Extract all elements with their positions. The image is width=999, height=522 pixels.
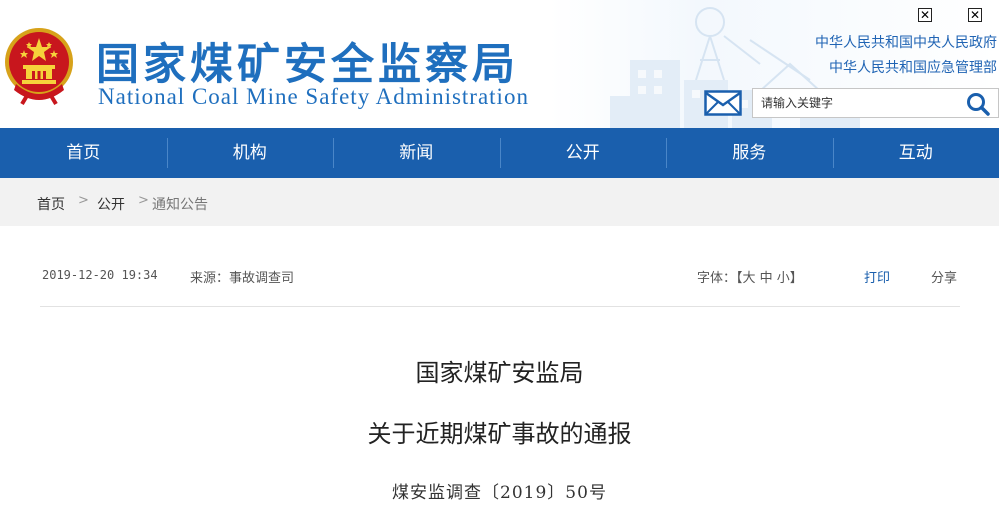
nav-item-news[interactable]: 新闻: [333, 128, 500, 178]
breadcrumb-separator: >: [78, 193, 89, 208]
breadcrumb-public[interactable]: 公开: [97, 194, 125, 214]
article-source: 来源：事故调查司: [190, 271, 295, 286]
search-input[interactable]: [761, 94, 951, 112]
share-link[interactable]: 分享: [931, 267, 957, 286]
nav-item-organization[interactable]: 机构: [166, 128, 334, 178]
breadcrumb-home[interactable]: 首页: [37, 194, 65, 214]
site-title-en: National Coal Mine Safety Administration: [98, 84, 529, 109]
divider: [40, 306, 960, 307]
search-icon[interactable]: [965, 92, 991, 116]
mail-icon[interactable]: [704, 90, 742, 116]
site-title-cn: 国家煤矿安全监察局: [96, 40, 519, 90]
main-nav: 首页 机构 新闻 公开 服务 互动: [0, 128, 999, 178]
breadcrumb-separator: >: [138, 193, 149, 208]
link-central-government[interactable]: 中华人民共和国中央人民政府: [815, 32, 997, 52]
close-icon[interactable]: ✕: [968, 8, 982, 22]
breadcrumb-notices[interactable]: 通知公告: [152, 194, 208, 214]
nav-item-public[interactable]: 公开: [499, 128, 667, 178]
article-title: 关于近期煤矿事故的通报: [367, 420, 632, 448]
site-header: 国家煤矿安全监察局 National Coal Mine Safety Admi…: [0, 0, 999, 128]
font-size-selector[interactable]: 字体：【大 中 小】: [697, 267, 803, 286]
breadcrumb: 首页 > 公开 > 通知公告: [0, 178, 999, 226]
nav-item-home[interactable]: 首页: [0, 128, 167, 178]
article-title-issuer: 国家煤矿安监局: [415, 359, 584, 387]
article-date: 2019-12-20 19:34: [42, 268, 158, 282]
article-document-number: 煤安监调查〔2019〕50号: [392, 483, 607, 503]
print-link[interactable]: 打印: [864, 267, 890, 286]
link-emergency-ministry[interactable]: 中华人民共和国应急管理部: [829, 57, 997, 77]
nav-item-interaction[interactable]: 互动: [832, 128, 999, 178]
search-box: [752, 88, 999, 118]
national-emblem-icon: [5, 28, 73, 106]
close-icon[interactable]: ✕: [918, 8, 932, 22]
nav-item-service[interactable]: 服务: [666, 128, 833, 178]
